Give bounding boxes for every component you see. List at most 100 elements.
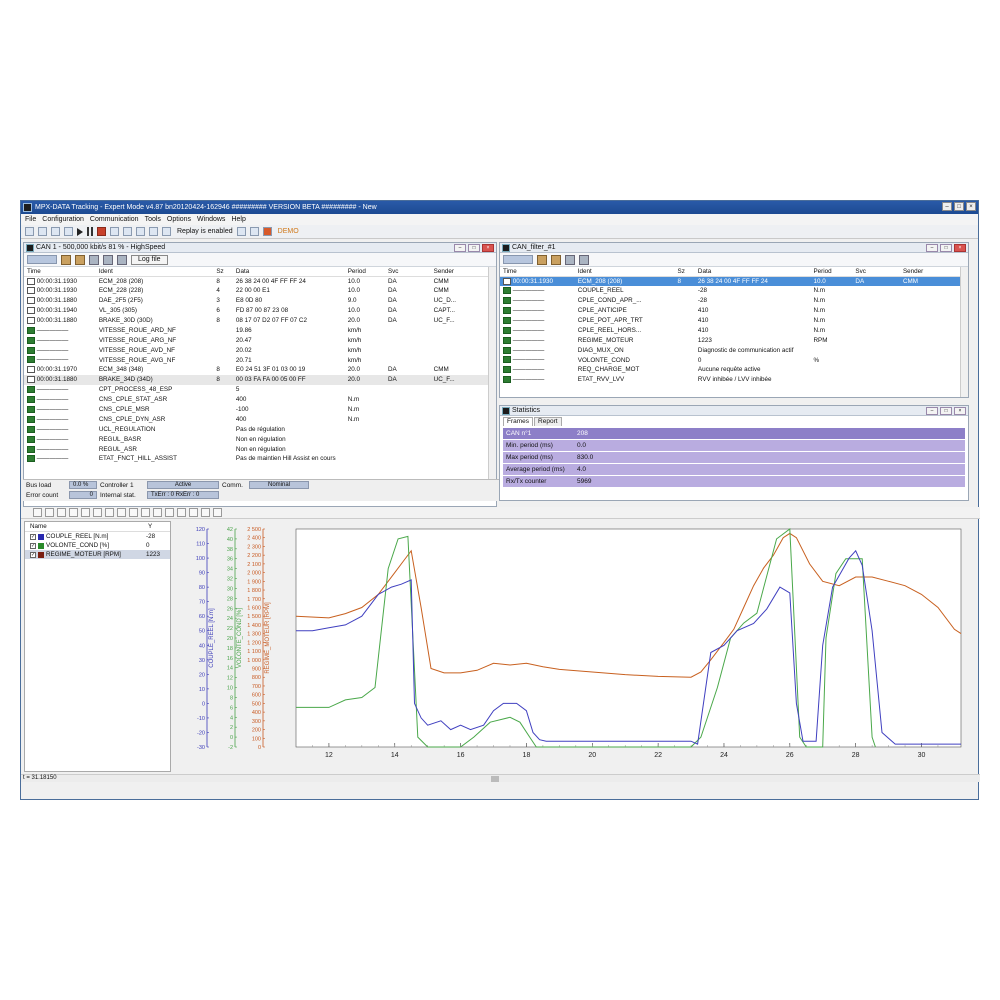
column-header[interactable]: Sz <box>213 267 233 277</box>
filter-scrollbar[interactable] <box>960 267 968 397</box>
menu-communication[interactable]: Communication <box>90 214 139 225</box>
tab-report[interactable]: Report <box>534 417 562 426</box>
panel-close-button[interactable]: × <box>954 407 966 415</box>
table-row[interactable]: 00:00:31.1930 ECM_208 (208) 8 26 38 24 00 4… <box>500 276 968 286</box>
column-header[interactable]: Data <box>694 267 811 277</box>
legend-row[interactable]: ✓ REGIME_MOTEUR [RPM] 1223 <box>25 550 170 559</box>
column-header[interactable]: Time <box>500 267 575 277</box>
minimize-button[interactable]: – <box>942 202 952 211</box>
column-header[interactable]: Ident <box>95 267 214 277</box>
menu-windows[interactable]: Windows <box>197 214 225 225</box>
column-header[interactable]: Sender <box>899 267 968 277</box>
table-row[interactable]: ————— DIAG_MUX_ON Diagnostic de communicat… <box>500 345 968 355</box>
print-icon[interactable] <box>64 227 73 236</box>
column-header[interactable]: Data <box>232 267 345 277</box>
grid-icon[interactable] <box>177 508 186 517</box>
column-header[interactable]: Period <box>344 267 385 277</box>
curve-icon[interactable] <box>117 508 126 517</box>
table-row[interactable]: ————— VOLONTE_COND 0% <box>500 355 968 365</box>
table-row[interactable]: ————— VITESSE_ROUE_ARD_NF 19.86 km/h <box>24 325 496 335</box>
menu-file[interactable]: File <box>25 214 36 225</box>
column-header[interactable]: Time <box>24 267 96 277</box>
table-row[interactable]: ————— ETAT_FNCT_HILL_ASSIST Pas de maintie… <box>24 454 496 464</box>
edit-icon[interactable] <box>89 254 99 265</box>
table-row[interactable]: ————— CPLE_COND_APR_... -28 N.m <box>500 296 968 306</box>
table-row[interactable]: ————— REGUL_BASR Non en régulation <box>24 434 496 444</box>
options-icon[interactable] <box>61 254 71 265</box>
table-row[interactable]: ————— UCL_REGULATION Pas de régulation <box>24 424 496 434</box>
table-row[interactable]: ————— VITESSE_ROUE_AVD_NF 20.02 km/h <box>24 345 496 355</box>
table-row[interactable]: 00:00:31.1940 VL_305 (305) 6 FD 87 00 87 23… <box>24 306 496 316</box>
maximize-button[interactable]: □ <box>954 202 964 211</box>
table-row[interactable]: ————— CNS_CPLE_DYN_ASR 400 N.m <box>24 414 496 424</box>
table-row[interactable]: ————— ETAT_RVV_LVV RVV inhibée / LVV inhib… <box>500 375 968 385</box>
zoom-y-icon[interactable] <box>57 508 66 517</box>
menu-help[interactable]: Help <box>231 214 245 225</box>
panel-maximize-button[interactable]: □ <box>468 244 480 252</box>
panel-maximize-button[interactable]: □ <box>940 407 952 415</box>
chart-scrollbar[interactable] <box>21 774 980 782</box>
table-row[interactable]: 00:00:31.1880 BRAKE_30D (30D) 8 08 17 07 D2… <box>24 316 496 326</box>
table-row[interactable]: ————— VITESSE_ROUE_ARG_NF 20.47 km/h <box>24 335 496 345</box>
table-row[interactable]: ————— CNS_CPLE_STAT_ASR 400 N.m <box>24 395 496 405</box>
new-file-icon[interactable] <box>25 227 34 236</box>
close-button[interactable]: × <box>966 202 976 211</box>
pause-icon[interactable] <box>87 227 93 236</box>
open-file-icon[interactable] <box>38 227 47 236</box>
cursor-2-icon[interactable] <box>93 508 102 517</box>
filter-icon[interactable] <box>149 227 158 236</box>
export-icon[interactable] <box>189 508 198 517</box>
panel-minimize-button[interactable]: – <box>926 244 938 252</box>
scroll-thumb[interactable] <box>491 776 499 782</box>
options-icon[interactable] <box>537 254 547 265</box>
cursor-icon[interactable] <box>81 508 90 517</box>
table-row[interactable]: 00:00:31.1880 BRAKE_34D (34D) 8 00 03 FA FA… <box>24 374 496 385</box>
table-row[interactable]: 00:00:31.1930 ECM_228 (228) 4 22 00 00 E1 10… <box>24 286 496 296</box>
menu-options[interactable]: Options <box>167 214 191 225</box>
panel-minimize-button[interactable]: – <box>454 244 466 252</box>
column-header[interactable]: Svc <box>384 267 431 277</box>
column-header[interactable]: Svc <box>852 267 900 277</box>
table-row[interactable]: ————— CPLE_REEL_HORS... 410 N.m <box>500 325 968 335</box>
colors-icon[interactable] <box>551 254 561 265</box>
tab-frames[interactable]: Frames <box>503 417 534 426</box>
play-icon[interactable] <box>77 227 83 236</box>
zoom-x-icon[interactable] <box>45 508 54 517</box>
replay-icon[interactable] <box>162 227 171 236</box>
panel-close-button[interactable]: × <box>482 244 494 252</box>
column-header[interactable]: Ident <box>574 267 675 277</box>
table-row[interactable]: ————— CPLE_POT_APR_TRT 410 N.m <box>500 316 968 326</box>
legend-checkbox[interactable]: ✓ <box>30 551 36 558</box>
layout-icon[interactable] <box>123 227 132 236</box>
print-chart-icon[interactable] <box>201 508 210 517</box>
column-header[interactable]: Sz <box>674 267 695 277</box>
column-header[interactable]: Period <box>810 267 853 277</box>
column-header[interactable]: Sender <box>430 267 496 277</box>
layers-icon[interactable] <box>153 508 162 517</box>
scale-icon[interactable] <box>165 508 174 517</box>
table-row[interactable]: ————— CPLE_ANTICIPE 410 N.m <box>500 306 968 316</box>
can1-filter-field[interactable] <box>27 255 57 264</box>
window-icon[interactable] <box>136 227 145 236</box>
panel-close-button[interactable]: × <box>954 244 966 252</box>
colors-icon[interactable] <box>75 254 85 265</box>
table-row[interactable]: 00:00:31.1930 ECM_208 (208) 8 26 38 24 00 4… <box>24 276 496 286</box>
tree-icon[interactable] <box>103 254 113 265</box>
table-row[interactable]: ————— REQ_CHARGE_MOT Aucune requête active <box>500 365 968 375</box>
settings-chart-icon[interactable] <box>213 508 222 517</box>
split-icon[interactable] <box>141 508 150 517</box>
legend-row[interactable]: ✓ VOLONTE_COND [%] 0 <box>25 541 170 550</box>
panel-maximize-button[interactable]: □ <box>940 244 952 252</box>
edit-icon[interactable] <box>565 254 575 265</box>
save-icon[interactable] <box>51 227 60 236</box>
table-row[interactable]: 00:00:31.1880 DAE_2F5 (2F5) 3 E8 0D 80 9.0 DA… <box>24 296 496 306</box>
stop-icon[interactable] <box>97 227 106 236</box>
panel-minimize-button[interactable]: – <box>926 407 938 415</box>
legend-checkbox[interactable]: ✓ <box>30 533 36 540</box>
table-row[interactable]: ————— COUPLE_REEL -28 N.m <box>500 286 968 296</box>
zoom-icon[interactable] <box>33 508 42 517</box>
filter-field[interactable] <box>503 255 533 264</box>
log-file-button[interactable]: Log file <box>131 254 168 265</box>
settings-icon[interactable] <box>236 227 246 236</box>
link-icon[interactable] <box>117 254 127 265</box>
